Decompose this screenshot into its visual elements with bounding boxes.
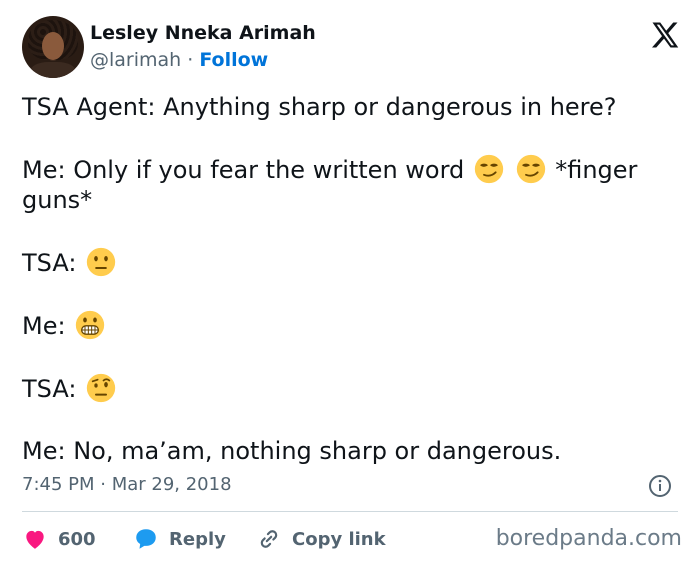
tweet-date: Mar 29, 2018 xyxy=(111,474,232,495)
tweet-line: TSA: xyxy=(22,373,682,404)
tweet-line-text: TSA: xyxy=(22,249,77,277)
smirking-face-icon xyxy=(474,154,504,184)
tweet-line-text: TSA Agent: Anything sharp or dangerous i… xyxy=(22,93,617,121)
tweet-line-text: Me: Only if you fear the written word xyxy=(22,156,465,184)
author-name[interactable]: Lesley Nneka Arimah xyxy=(90,22,316,44)
avatar[interactable] xyxy=(22,16,84,78)
reply-button[interactable]: Reply xyxy=(133,524,226,554)
tweet-line: Me: No, ma’am, nothing sharp or dangerou… xyxy=(22,436,682,466)
tweet-line-text: Me: No, ma’am, nothing sharp or dangerou… xyxy=(22,437,562,465)
divider xyxy=(22,511,678,512)
heart-icon xyxy=(26,530,44,549)
watermark: boredpanda.com xyxy=(495,526,682,551)
tweet-line-text: Me: xyxy=(22,312,66,340)
x-logo-icon[interactable] xyxy=(650,20,680,50)
author-handle-row: @larimah · Follow xyxy=(90,49,268,71)
grimacing-face-icon xyxy=(76,310,105,340)
tweet-line-text: guns* xyxy=(22,186,93,214)
face-with-raised-eyebrow-icon xyxy=(86,373,116,403)
tweet-line: TSA Agent: Anything sharp or dangerous i… xyxy=(22,92,682,122)
copy-link-label: Copy link xyxy=(292,528,386,550)
separator: · xyxy=(94,474,112,495)
follow-button[interactable]: Follow xyxy=(199,49,268,71)
likes-count: 600 xyxy=(58,528,96,550)
tweet-line: guns* xyxy=(22,185,682,215)
tweet-line: Me: xyxy=(22,310,682,341)
author-handle[interactable]: @larimah xyxy=(90,49,181,71)
tweet-line: TSA: xyxy=(22,247,682,278)
tweet-text: TSA Agent: Anything sharp or dangerous i… xyxy=(22,92,682,466)
copy-link-button[interactable]: Copy link xyxy=(256,524,386,554)
tweet-line: Me: Only if you fear the written word *f… xyxy=(22,154,682,185)
tweet-line-text: *finger xyxy=(555,156,638,184)
tweet-actions: 600 Reply Copy link boredpanda.com xyxy=(22,524,682,554)
link-icon xyxy=(260,530,278,548)
separator: · xyxy=(181,49,200,71)
smirking-face-icon xyxy=(516,154,545,184)
reply-label: Reply xyxy=(169,528,226,550)
reply-bubble-icon xyxy=(136,529,156,549)
neutral-face-icon xyxy=(86,247,116,277)
tweet-time: 7:45 PM xyxy=(22,474,95,495)
tweet-line-text: TSA: xyxy=(22,375,77,403)
tweet-timestamp[interactable]: 7:45 PM · Mar 29, 2018 xyxy=(22,474,232,495)
info-icon[interactable] xyxy=(648,474,672,498)
tweet-header: Lesley Nneka Arimah @larimah · Follow xyxy=(22,16,682,78)
like-button[interactable]: 600 xyxy=(22,524,96,554)
